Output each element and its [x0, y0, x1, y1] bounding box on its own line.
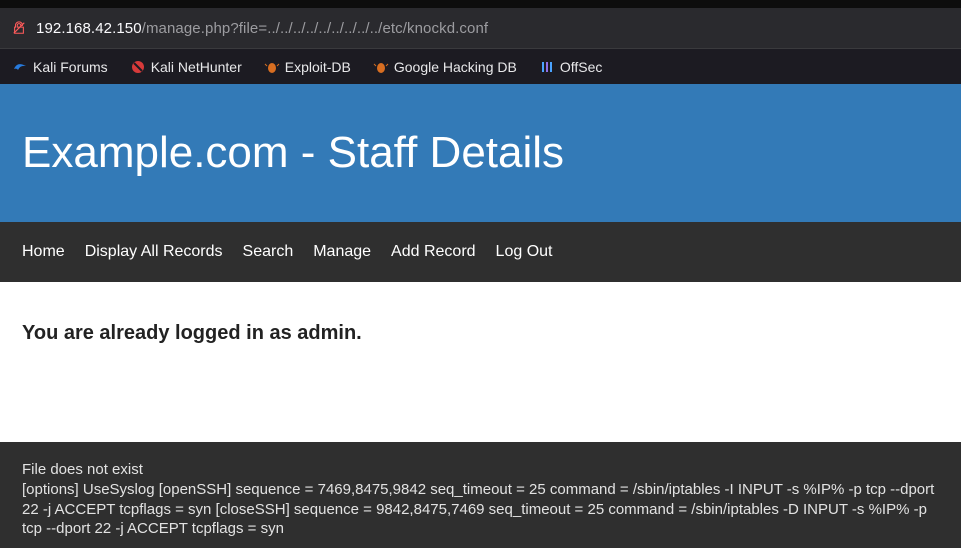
- bookmark-kali-forums[interactable]: Kali Forums: [8, 56, 112, 78]
- url-bar[interactable]: 192.168.42.150/manage.php?file=../../../…: [0, 8, 961, 48]
- nav-menu: Home Display All Records Search Manage A…: [0, 222, 961, 282]
- bug-icon: [264, 59, 280, 75]
- login-notice: You are already logged in as admin.: [22, 322, 939, 345]
- kali-icon: [12, 59, 28, 75]
- url-host: 192.168.42.150: [36, 20, 142, 37]
- bookmark-label: Google Hacking DB: [394, 59, 517, 75]
- output-error: File does not exist: [22, 460, 939, 480]
- nav-home[interactable]: Home: [22, 233, 65, 271]
- page-header: Example.com - Staff Details: [0, 84, 961, 222]
- bookmark-label: Exploit-DB: [285, 59, 351, 75]
- nav-logout[interactable]: Log Out: [496, 233, 553, 271]
- bookmarks-bar: Kali Forums Kali NetHunter Exploit-DB Go…: [0, 48, 961, 84]
- bookmark-kali-nethunter[interactable]: Kali NetHunter: [126, 56, 246, 78]
- bookmark-label: Kali Forums: [33, 59, 108, 75]
- bookmark-ghdb[interactable]: Google Hacking DB: [369, 56, 521, 78]
- nav-add[interactable]: Add Record: [391, 233, 476, 271]
- url-text: 192.168.42.150/manage.php?file=../../../…: [36, 20, 488, 37]
- offsec-icon: [539, 59, 555, 75]
- bookmark-label: Kali NetHunter: [151, 59, 242, 75]
- tab-strip: [0, 0, 961, 8]
- nav-display[interactable]: Display All Records: [85, 233, 223, 271]
- bookmark-offsec[interactable]: OffSec: [535, 56, 607, 78]
- bookmark-label: OffSec: [560, 59, 603, 75]
- bookmark-exploit-db[interactable]: Exploit-DB: [260, 56, 355, 78]
- bug-icon: [373, 59, 389, 75]
- nethunter-icon: [130, 59, 146, 75]
- insecure-lock-icon: [12, 21, 26, 35]
- file-output: File does not exist [options] UseSyslog …: [0, 442, 961, 548]
- nav-search[interactable]: Search: [243, 233, 294, 271]
- page-title: Example.com - Staff Details: [22, 128, 564, 178]
- main-content: You are already logged in as admin.: [0, 282, 961, 442]
- nav-manage[interactable]: Manage: [313, 233, 371, 271]
- output-body: [options] UseSyslog [openSSH] sequence =…: [22, 480, 939, 539]
- url-path: /manage.php?file=../../../../../../../..…: [142, 20, 489, 37]
